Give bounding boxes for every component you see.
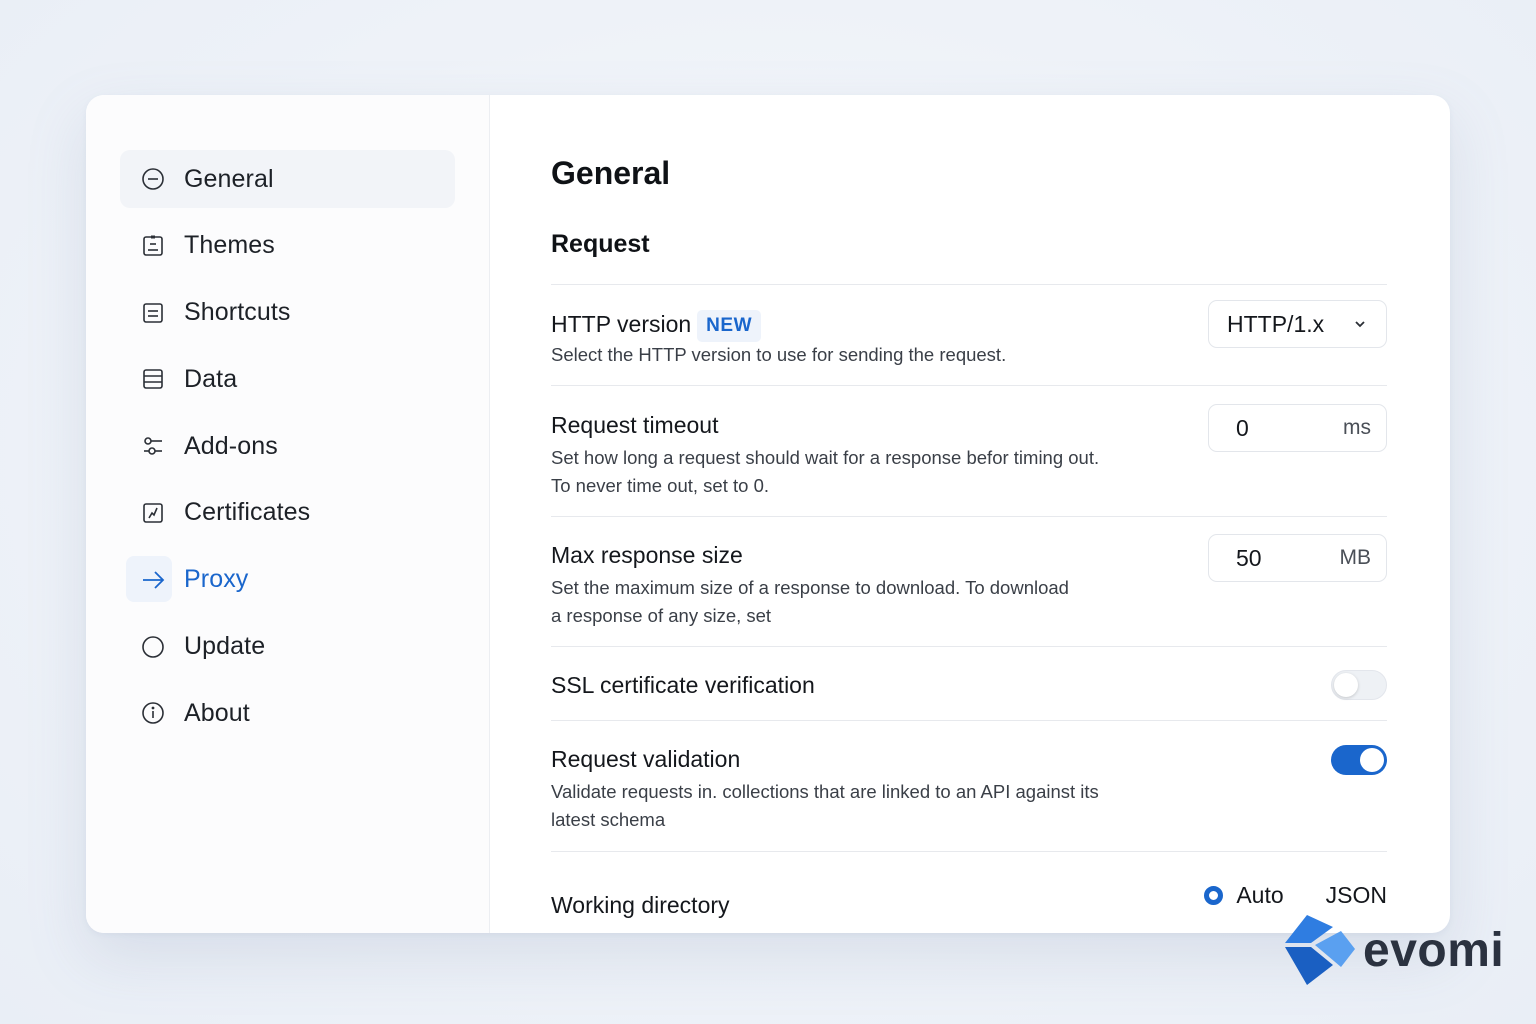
new-badge: NEW xyxy=(697,310,761,342)
request-validation-description-line: latest schema xyxy=(551,809,666,830)
sidebar-item-label: Certificates xyxy=(184,498,311,527)
max-response-size-unit: MB xyxy=(1339,546,1372,569)
sliders-icon xyxy=(140,433,166,459)
request-timeout-input[interactable]: 0 ms xyxy=(1208,404,1387,452)
toggle-knob xyxy=(1334,673,1358,697)
max-response-size-description: Set the maximum size of a response to do… xyxy=(551,574,1161,630)
sidebar-item-label: General xyxy=(184,164,274,193)
section-title: Request xyxy=(551,230,650,258)
sidebar-item-data[interactable]: Data xyxy=(120,350,455,408)
sidebar-item-add-ons[interactable]: Add-ons xyxy=(120,417,455,475)
sidebar-item-shortcuts[interactable]: Shortcuts xyxy=(120,284,455,342)
request-timeout-unit: ms xyxy=(1343,416,1371,439)
http-version-value: HTTP/1.x xyxy=(1227,310,1325,337)
settings-window: General Themes Shortcuts Data Add-ons Ce… xyxy=(86,95,1450,933)
ssl-verification-toggle[interactable] xyxy=(1331,670,1387,700)
sidebar-item-update[interactable]: Update xyxy=(120,618,455,676)
request-timeout-description: Set how long a request should wait for a… xyxy=(551,444,1191,500)
minus-circle-icon xyxy=(140,166,166,192)
sidebar-item-general[interactable]: General xyxy=(120,150,455,208)
max-response-size-description-line: Set the maximum size of a response to do… xyxy=(551,577,1069,598)
divider xyxy=(551,646,1387,647)
request-validation-description: Validate requests in. collections that a… xyxy=(551,778,1191,834)
divider xyxy=(551,284,1387,285)
sidebar-item-label: Shortcuts xyxy=(184,298,291,327)
document-icon xyxy=(140,300,166,326)
http-version-row-title: HTTP version NEW xyxy=(551,310,761,342)
divider xyxy=(551,720,1387,721)
evomi-logo-mark-icon xyxy=(1285,915,1355,985)
max-response-size-value: 50 xyxy=(1236,544,1262,571)
json-option-label[interactable]: JSON xyxy=(1326,882,1387,909)
evomi-logo-text: evomi xyxy=(1363,923,1505,977)
request-timeout-label: Request timeout xyxy=(551,412,719,438)
chevron-down-icon xyxy=(1355,321,1365,328)
divider xyxy=(551,516,1387,517)
sidebar-item-label: Update xyxy=(184,632,266,661)
max-response-size-description-line: a response of any size, set xyxy=(551,605,772,626)
http-version-description: Select the HTTP version to use for sendi… xyxy=(551,344,1007,365)
sidebar-item-certificates[interactable]: Certificates xyxy=(120,484,455,542)
sidebar-item-label: Add-ons xyxy=(184,431,278,460)
working-directory-label: Working directory xyxy=(551,892,730,918)
database-icon xyxy=(140,366,166,392)
request-validation-description-line: Validate requests in. collections that a… xyxy=(551,781,1099,802)
request-timeout-value: 0 xyxy=(1236,414,1249,441)
divider xyxy=(551,851,1387,852)
sidebar-item-proxy[interactable]: Proxy xyxy=(120,551,455,609)
sidebar-item-label: Themes xyxy=(184,231,275,260)
clipboard-icon xyxy=(140,233,166,259)
divider xyxy=(551,385,1387,386)
certificate-icon xyxy=(140,500,166,526)
ssl-verification-label: SSL certificate verification xyxy=(551,672,815,698)
sidebar-item-label: Data xyxy=(184,364,238,393)
settings-content: General Request HTTP version NEW Select t… xyxy=(490,95,1450,933)
sidebar-item-themes[interactable]: Themes xyxy=(120,217,455,275)
toggle-knob xyxy=(1360,748,1384,772)
request-validation-label: Request validation xyxy=(551,746,741,772)
info-icon xyxy=(140,700,166,726)
sidebar-item-about[interactable]: About xyxy=(120,684,455,742)
request-timeout-description-line: Set how long a request should wait for a… xyxy=(551,447,1100,468)
sidebar-item-label: Proxy xyxy=(184,565,249,594)
max-response-size-label: Max response size xyxy=(551,542,743,568)
page-title: General xyxy=(551,155,671,191)
working-directory-options: Auto JSON xyxy=(1204,882,1387,909)
http-version-label: HTTP version xyxy=(551,311,692,338)
sidebar-item-label: About xyxy=(184,698,250,727)
http-version-select[interactable]: HTTP/1.x xyxy=(1208,300,1387,348)
max-response-size-input[interactable]: 50 MB xyxy=(1208,534,1387,582)
circle-icon xyxy=(140,634,166,660)
auto-radio[interactable] xyxy=(1204,886,1224,905)
evomi-logo: evomi xyxy=(1281,913,1504,987)
request-validation-toggle[interactable] xyxy=(1331,745,1387,775)
arrow-right-icon xyxy=(140,567,166,593)
auto-radio-label[interactable]: Auto xyxy=(1236,882,1283,909)
sidebar: General Themes Shortcuts Data Add-ons Ce… xyxy=(86,95,490,933)
request-timeout-description-line: To never time out, set to 0. xyxy=(551,475,769,496)
